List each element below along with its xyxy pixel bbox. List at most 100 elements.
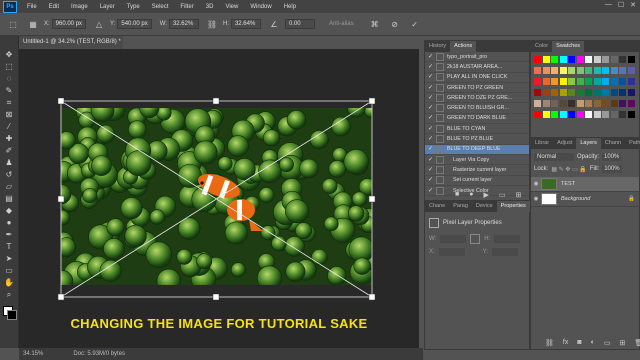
h-field[interactable]: H: 32.64% <box>223 19 261 29</box>
link-icon[interactable] <box>470 234 481 244</box>
action-row[interactable]: ✓ PLAY ALL IN ONE CLICK <box>425 73 529 83</box>
lasso-tool-icon[interactable]: ◌ <box>3 74 15 84</box>
swatch[interactable] <box>585 89 592 96</box>
swatch[interactable] <box>576 89 584 96</box>
close-button[interactable]: ✕ <box>630 1 636 9</box>
reference-point-icon[interactable]: ▦ <box>26 17 40 31</box>
check-icon[interactable]: ✓ <box>428 64 434 70</box>
eyedropper-tool-icon[interactable]: ⁄ <box>3 122 15 132</box>
y-input[interactable]: 540.00 px <box>117 19 152 29</box>
swatch[interactable] <box>534 67 541 74</box>
swatch[interactable] <box>610 56 618 63</box>
swatch[interactable] <box>542 100 550 107</box>
check-icon[interactable]: ✓ <box>428 146 434 152</box>
y-field[interactable]: Y: 540.00 px <box>110 19 152 29</box>
dialog-toggle[interactable] <box>436 104 444 113</box>
action-row[interactable]: ✓ Set current layer <box>425 176 529 186</box>
check-icon[interactable]: ✓ <box>428 188 434 194</box>
dialog-toggle[interactable] <box>436 176 444 185</box>
swatch[interactable] <box>610 67 618 74</box>
menu-window[interactable]: Window <box>244 4 277 10</box>
stop-icon[interactable]: ■ <box>455 191 459 199</box>
play-icon[interactable]: ▶ <box>483 191 488 199</box>
pen-tool-icon[interactable]: ✒ <box>3 230 15 240</box>
layer-row-test[interactable]: ◉ TEST <box>531 177 639 192</box>
swatch[interactable] <box>559 67 567 74</box>
check-icon[interactable]: ✓ <box>428 126 434 132</box>
check-icon[interactable]: ✓ <box>428 115 434 121</box>
doc-size[interactable]: Doc: 5.93M/0 bytes <box>73 351 125 357</box>
swatch[interactable] <box>593 89 601 96</box>
swatch[interactable] <box>593 78 601 85</box>
swatch[interactable] <box>559 56 567 63</box>
history-brush-tool-icon[interactable]: ↺ <box>3 170 15 180</box>
shape-tool-icon[interactable]: ▭ <box>3 266 15 276</box>
dialog-toggle[interactable] <box>436 145 444 154</box>
action-row[interactable]: ✓ GREEN TO PZ GREEN <box>425 83 529 94</box>
swatch[interactable] <box>627 100 635 107</box>
swatch[interactable] <box>627 78 635 85</box>
swatch[interactable] <box>602 56 609 63</box>
swatch[interactable] <box>576 111 584 118</box>
dialog-toggle[interactable] <box>436 124 444 133</box>
opacity-input[interactable]: 100% <box>602 153 622 161</box>
action-row[interactable]: ✓ GREEN TO BLUISH GR... <box>425 103 529 114</box>
interpolation-label[interactable]: Anti-alias <box>329 21 354 27</box>
tab-layers[interactable]: Layers <box>576 138 601 149</box>
angle-field[interactable]: 0.00 <box>284 19 315 29</box>
swatch[interactable] <box>551 56 558 63</box>
swatch[interactable] <box>610 111 618 118</box>
check-icon[interactable]: ✓ <box>428 54 434 60</box>
link-layers-icon[interactable]: ⛓ <box>545 339 554 347</box>
healing-tool-icon[interactable]: ✚ <box>3 134 15 144</box>
swatch[interactable] <box>610 78 618 85</box>
swatch[interactable] <box>585 100 592 107</box>
trash-icon[interactable]: 🗑 <box>634 339 640 347</box>
swatch[interactable] <box>585 111 592 118</box>
interpolation-field[interactable]: Anti-alias <box>329 21 356 27</box>
transform-handle[interactable] <box>368 293 376 301</box>
swatch[interactable] <box>602 89 609 96</box>
delta-icon[interactable]: △ <box>92 17 106 31</box>
swatch[interactable] <box>551 67 558 74</box>
swatch[interactable] <box>559 100 567 107</box>
menu-type[interactable]: Type <box>121 4 146 10</box>
maximize-button[interactable]: ☐ <box>618 1 624 9</box>
dialog-toggle[interactable] <box>436 186 444 195</box>
canvas-image[interactable] <box>19 49 419 348</box>
record-icon[interactable]: ● <box>469 191 473 199</box>
new-action-icon[interactable]: ⊞ <box>515 191 521 199</box>
angle-input[interactable]: 0.00 <box>284 19 315 29</box>
cancel-transform-icon[interactable]: ⊘ <box>388 17 402 31</box>
brush-tool-icon[interactable]: ✐ <box>3 146 15 156</box>
dialog-toggle[interactable] <box>436 83 444 92</box>
swatch[interactable] <box>619 111 626 118</box>
menu-edit[interactable]: Edit <box>43 4 65 10</box>
swatch[interactable] <box>568 67 575 74</box>
tab-device[interactable]: Device <box>472 201 497 212</box>
swatch[interactable] <box>619 89 626 96</box>
document-tab[interactable]: Untitled-1 @ 34.2% (TEST, RGB/8) * <box>19 36 123 49</box>
swatch[interactable] <box>610 89 618 96</box>
prop-h-input[interactable] <box>494 235 521 243</box>
type-tool-icon[interactable]: T <box>3 242 15 252</box>
check-icon[interactable]: ✓ <box>428 105 434 111</box>
swatch[interactable] <box>602 67 609 74</box>
tab-history[interactable]: History <box>425 41 450 52</box>
action-row[interactable]: ✓ typo_portrait_pro <box>425 52 529 63</box>
move-tool-icon[interactable]: ✥ <box>3 50 15 60</box>
check-icon[interactable]: ✓ <box>428 74 434 80</box>
tab-paths[interactable]: Paths <box>625 138 640 149</box>
swatch[interactable] <box>619 56 626 63</box>
swatch[interactable] <box>627 89 635 96</box>
transform-handle[interactable] <box>57 195 65 203</box>
action-row[interactable]: ✓ GREEN TO DZE PZ GRE... <box>425 93 529 104</box>
swatch[interactable] <box>551 100 558 107</box>
action-row[interactable]: ✓ Rasterize current layer <box>425 165 529 176</box>
tab-adjustments[interactable]: Adjust <box>553 138 576 149</box>
link-icon[interactable]: ⛓ <box>205 17 219 31</box>
crop-tool-icon[interactable]: ⌗ <box>3 98 15 108</box>
swatch[interactable] <box>542 56 550 63</box>
check-icon[interactable]: ✓ <box>428 167 434 173</box>
h-input[interactable]: 32.64% <box>230 19 261 29</box>
